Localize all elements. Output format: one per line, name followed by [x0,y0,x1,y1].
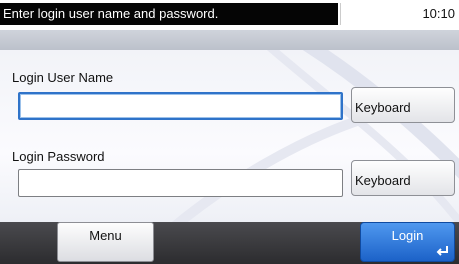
password-label: Login Password [12,149,105,164]
username-label: Login User Name [12,70,114,85]
enter-icon [436,246,448,256]
menu-button-label: Menu [89,228,122,243]
username-keyboard-button[interactable]: Keyboard [351,87,455,123]
password-keyboard-button[interactable]: Keyboard [351,160,455,196]
username-input[interactable] [18,92,343,120]
status-bar: Enter login user name and password. 10:1… [0,0,459,30]
footer-bar: Menu Login [0,222,459,264]
login-button-label: Login [391,228,424,243]
menu-button[interactable]: Menu [57,222,154,262]
login-form-panel: Login User Name Keyboard Login Password … [0,50,459,222]
login-button[interactable]: Login [360,222,455,262]
header-band [0,30,459,50]
password-input[interactable] [18,169,343,197]
status-time: 10:10 [340,3,459,25]
status-message: Enter login user name and password. [0,3,338,25]
